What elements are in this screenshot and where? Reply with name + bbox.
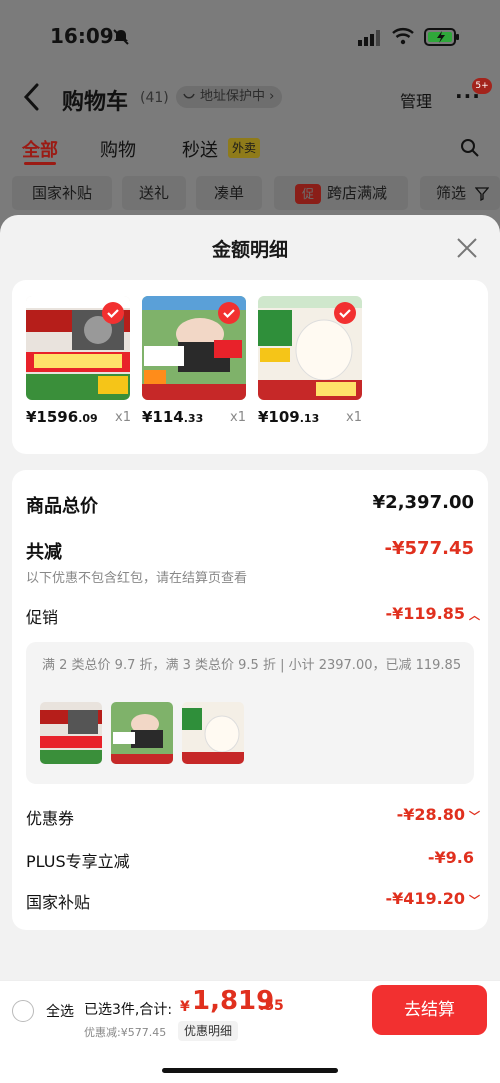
chevron-up-icon: ︿ <box>469 609 480 622</box>
coupon-label: 优惠券 <box>26 809 75 828</box>
chip-cross-store[interactable]: 促跨店满减 <box>274 176 408 210</box>
promo-amount: -¥119.85 <box>385 604 465 623</box>
chip-filter[interactable]: 筛选 <box>420 176 500 210</box>
amount-detail-sheet: 金额明细 ¥1596.09 x1 ¥114.33 x1 ¥109.13 x1 商… <box>0 215 500 1083</box>
product-price-3: ¥109.13 <box>258 408 319 426</box>
address-protect-label: 地址保护中 › <box>200 89 275 104</box>
product-qty-2: x1 <box>230 410 246 425</box>
promo-mark: 促 <box>294 183 321 204</box>
tab-underline <box>24 162 56 165</box>
price-int: ¥114 <box>142 408 184 426</box>
summary-card: 商品总价 ¥2,397.00 共减 -¥577.45 以下优惠不包含红包，请在结… <box>12 470 488 930</box>
discount-detail-button[interactable]: 优惠明细 <box>178 1021 239 1041</box>
home-indicator <box>162 1068 338 1073</box>
takeout-tag: 外卖 <box>228 138 261 158</box>
total-currency: ¥ <box>180 999 190 1015</box>
nav-bar: 购物车 (41) 地址保护中 › 管理 ··· 5+ <box>0 70 500 126</box>
message-badge: 5+ <box>472 78 492 94</box>
promo-thumb-3 <box>182 702 244 764</box>
discount-total: 优惠减:¥577.45 <box>84 1026 167 1039</box>
subsidy-label: 国家补贴 <box>26 893 91 912</box>
chip-cross-store-label: 跨店满减 <box>326 184 387 202</box>
checkout-footer: 全选 已选3件,合计: ¥ 1,819 .55 优惠减:¥577.45 优惠明细… <box>0 980 500 1083</box>
reduce-label: 共减 <box>26 542 62 563</box>
total-value: ¥2,397.00 <box>372 492 474 513</box>
promo-thumb-2 <box>111 702 173 764</box>
checked-icon[interactable] <box>102 302 124 324</box>
tab-all[interactable]: 全部 <box>22 136 58 162</box>
product-image-2[interactable] <box>142 296 246 400</box>
product-image-3[interactable] <box>258 296 362 400</box>
battery-icon <box>424 28 459 46</box>
price-dec: .09 <box>78 412 98 425</box>
status-bar: 16:09 <box>0 0 500 70</box>
chevron-down-icon: ﹀ <box>469 894 480 907</box>
checked-icon[interactable] <box>218 302 240 324</box>
promo-detail-box: 满 2 类总价 9.7 折，满 3 类总价 9.5 折 | 小计 2397.00… <box>26 642 474 784</box>
reduce-value: -¥577.45 <box>384 538 474 559</box>
status-time: 16:09 <box>50 24 114 48</box>
product-qty-3: x1 <box>346 410 362 425</box>
select-all-radio[interactable] <box>12 1000 34 1022</box>
price-dec: .33 <box>183 412 204 425</box>
plus-label: PLUS专享立减 <box>26 852 130 871</box>
price-int: ¥1596 <box>26 408 79 426</box>
price-int: ¥109 <box>258 408 300 426</box>
chip-add-on[interactable]: 凑单 <box>196 176 262 210</box>
products-card: ¥1596.09 x1 ¥114.33 x1 ¥109.13 x1 <box>12 280 488 454</box>
total-amount-dec: .55 <box>259 998 284 1014</box>
promo-label: 促销 <box>26 608 59 627</box>
sheet-title: 金额明细 <box>211 239 288 261</box>
filter-row: 国家补贴 送礼 凑单 促跨店满减 筛选 <box>0 176 500 214</box>
coupon-amount: -¥28.80 <box>396 805 465 824</box>
product-qty-1: x1 <box>115 410 131 425</box>
product-price-2: ¥114.33 <box>142 408 203 426</box>
price-dec: .13 <box>299 412 320 425</box>
discount-note: 以下优惠不包含红包，请在结算页查看 <box>26 571 248 586</box>
checked-icon[interactable] <box>334 302 356 324</box>
cart-count: (41) <box>140 90 169 106</box>
mute-bell-icon <box>113 29 129 45</box>
product-image-1[interactable] <box>26 296 130 400</box>
coupon-value[interactable]: -¥28.80 ﹀ <box>397 805 480 824</box>
plus-value: -¥9.6 <box>427 848 474 867</box>
chip-national-subsidy[interactable]: 国家补贴 <box>12 176 112 210</box>
chevron-down-icon: ﹀ <box>469 810 480 823</box>
filter-funnel-icon <box>474 186 490 201</box>
search-icon[interactable] <box>460 138 480 158</box>
product-price-1: ¥1596.09 <box>26 408 98 426</box>
chip-gift[interactable]: 送礼 <box>122 176 186 210</box>
checkout-button[interactable]: 去结算 <box>372 985 487 1035</box>
shield-icon <box>183 93 195 99</box>
close-icon[interactable] <box>456 237 478 259</box>
page-title: 购物车 <box>62 90 129 115</box>
wifi-icon <box>392 28 414 45</box>
signal-icon <box>358 30 380 46</box>
subsidy-amount: -¥419.20 <box>385 889 465 908</box>
tab-instant-delivery[interactable]: 秒送 <box>182 136 218 162</box>
chip-filter-label: 筛选 <box>436 184 467 202</box>
promo-thumb-1 <box>40 702 102 764</box>
cart-tabs: 全部 购物 秒送 外卖 <box>0 130 500 170</box>
manage-button[interactable]: 管理 <box>400 88 432 112</box>
address-protect-pill[interactable]: 地址保护中 › <box>176 86 283 108</box>
subsidy-value[interactable]: -¥419.20 ﹀ <box>385 889 480 908</box>
promo-detail-text: 满 2 类总价 9.7 折，满 3 类总价 9.5 折 | 小计 2397.00… <box>42 658 462 673</box>
back-arrow-icon[interactable] <box>22 82 42 112</box>
selected-count: 已选3件,合计: <box>84 1002 173 1018</box>
select-all-label[interactable]: 全选 <box>46 1001 74 1021</box>
promo-value[interactable]: -¥119.85 ︿ <box>385 604 480 623</box>
total-label: 商品总价 <box>26 496 98 517</box>
tab-shopping[interactable]: 购物 <box>100 136 136 162</box>
